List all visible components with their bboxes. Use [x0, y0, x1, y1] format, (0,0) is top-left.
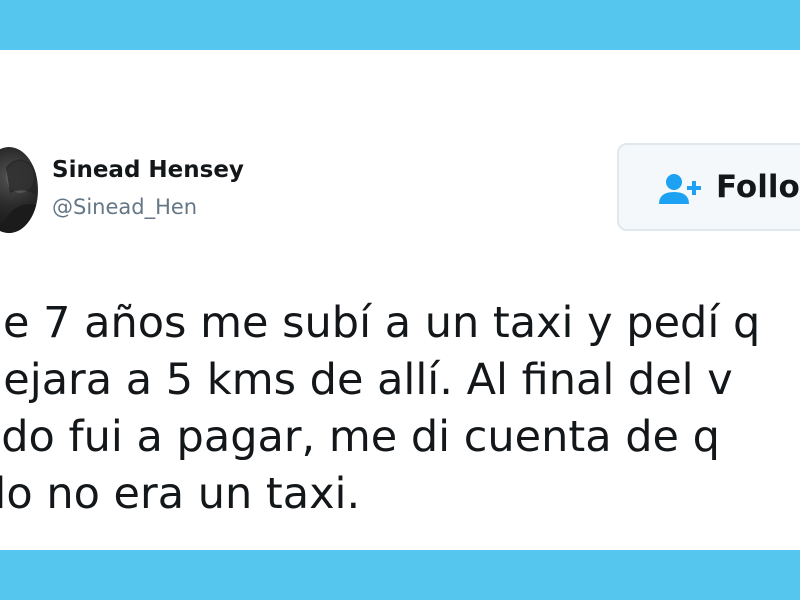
avatar[interactable]	[0, 147, 38, 233]
tweet-text-line: ello no era un taxi.	[0, 469, 361, 519]
tweet-text-line: dejara a 5 kms de allí. Al final del v	[0, 355, 733, 405]
tweet-text-line: e 7 años me subí a un taxi y pedí q	[3, 298, 761, 348]
avatar-image	[0, 159, 38, 233]
follow-button[interactable]: Follow	[617, 143, 800, 231]
author-handle[interactable]: @Sinead_Hen	[52, 195, 197, 219]
add-user-icon	[659, 174, 701, 204]
author-name[interactable]: Sinead Hensey	[52, 157, 244, 183]
tweet-text-line: ndo fui a pagar, me di cuenta de q	[0, 412, 720, 462]
tweet-card: Sinead Hensey @Sinead_Hen Follow e 7 año…	[0, 50, 800, 550]
follow-label: Follow	[716, 169, 800, 205]
